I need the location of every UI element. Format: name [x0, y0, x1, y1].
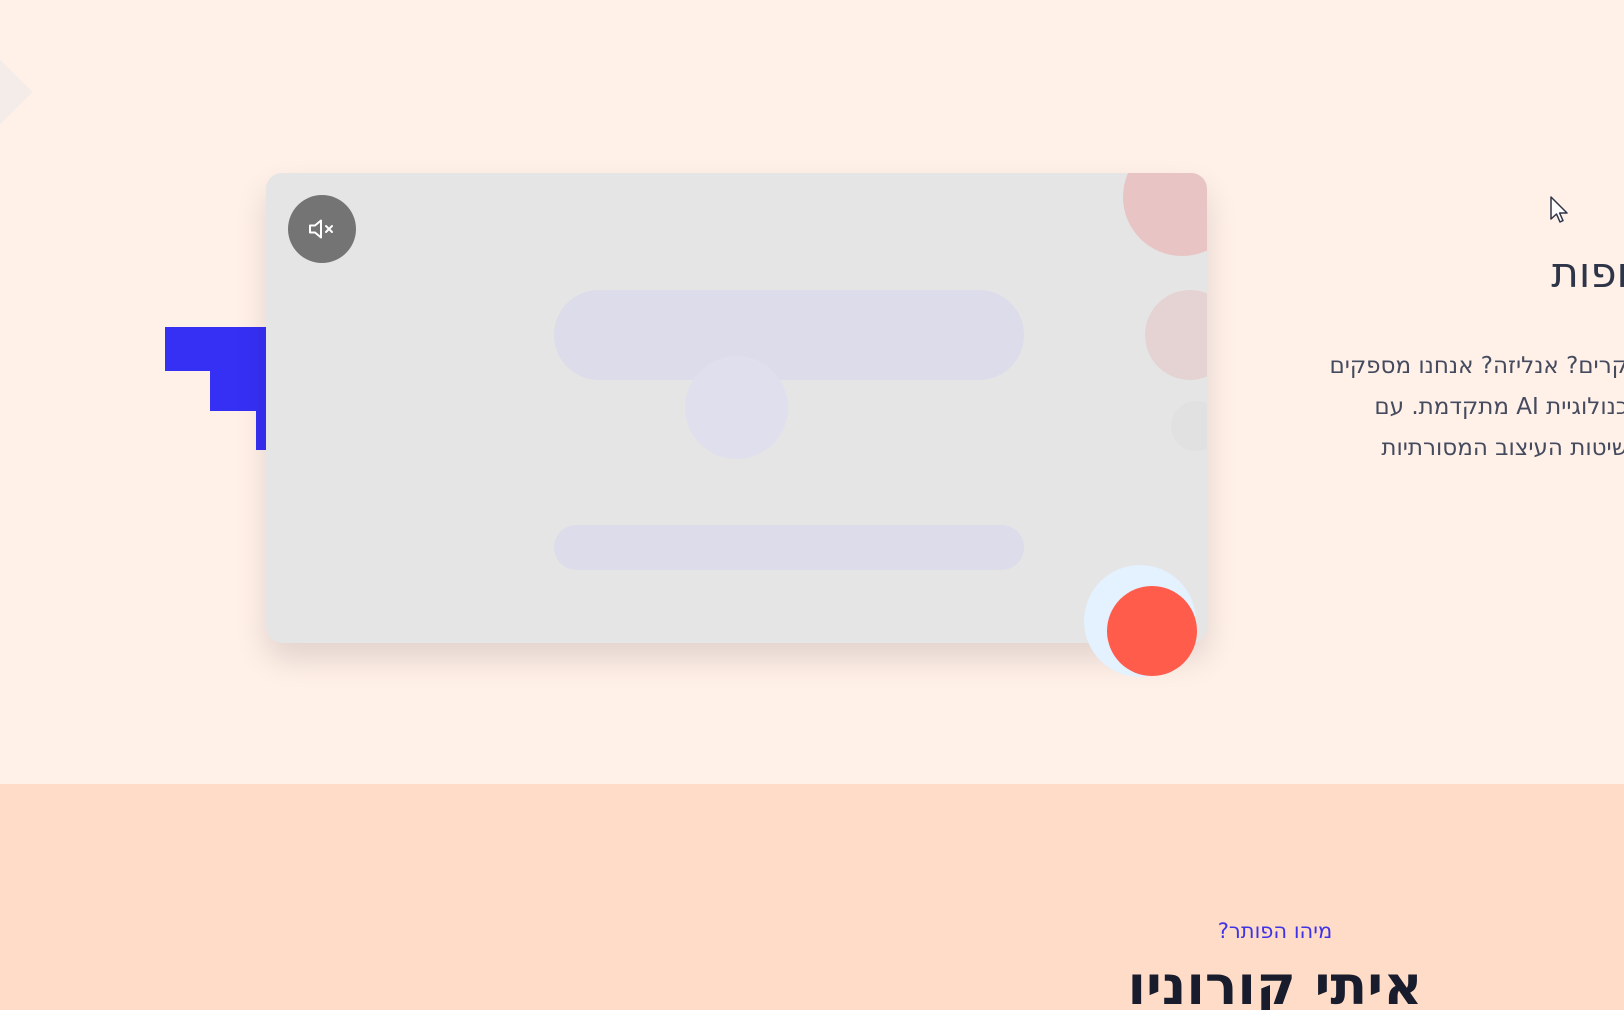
decorative-blue-step: [165, 327, 267, 450]
hero-description: קרים? אנליזה? אנחנו מספקים כנולוגיית AI …: [1298, 346, 1624, 469]
volume-mute-icon: [309, 219, 333, 239]
hero-section: ופות קרים? אנליזה? אנחנו מספקים כנולוגיי…: [0, 0, 1624, 784]
about-name: איתי קורוניו: [1127, 954, 1423, 1010]
video-placeholder-bar: [554, 290, 1024, 380]
decorative-circle: [1171, 401, 1207, 451]
mute-button[interactable]: [288, 195, 356, 263]
hero-description-line: קרים? אנליזה? אנחנו מספקים: [1329, 353, 1624, 379]
decorative-diamond: [0, 49, 33, 135]
mouse-cursor-icon: [1550, 196, 1568, 223]
about-section: מיהו הפותר? איתי קורוניו: [0, 784, 1624, 1010]
video-player[interactable]: [266, 173, 1207, 643]
video-placeholder-bar-small: [554, 525, 1024, 570]
video-placeholder-circle: [685, 356, 788, 459]
decorative-circle: [1145, 290, 1207, 380]
hero-description-line: כנולוגיית AI מתקדמת. עם: [1374, 394, 1624, 420]
hero-description-line: שיטות העיצוב המסורתיות: [1381, 435, 1624, 461]
decorative-circle: [1123, 173, 1207, 256]
hero-title: ופות: [1551, 248, 1624, 297]
record-dot: [1107, 586, 1197, 676]
about-label: מיהו הפותר?: [1217, 919, 1333, 943]
